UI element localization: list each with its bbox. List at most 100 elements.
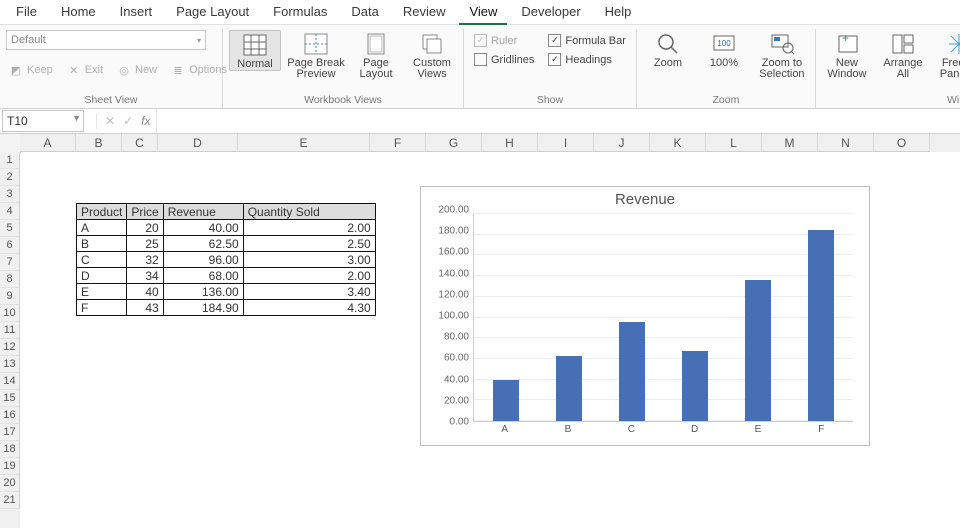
menu-item-file[interactable]: File <box>6 2 47 25</box>
column-header[interactable]: D <box>158 134 238 152</box>
row-header[interactable]: 15 <box>0 390 20 407</box>
column-header[interactable]: L <box>706 134 762 152</box>
options-button[interactable]: ≣ Options <box>168 62 230 78</box>
freeze-panes-button[interactable]: Freeze Panes ▾ <box>934 30 960 80</box>
row-header[interactable]: 12 <box>0 339 20 356</box>
formula-bar-checkbox[interactable]: ✓ Formula Bar <box>548 34 626 47</box>
row-header[interactable]: 14 <box>0 373 20 390</box>
row-header[interactable]: 7 <box>0 254 20 271</box>
row-header[interactable]: 3 <box>0 186 20 203</box>
cells-area[interactable]: ProductPriceRevenueQuantity SoldA2040.00… <box>20 152 960 528</box>
exit-button[interactable]: ✕ Exit <box>64 62 106 78</box>
keep-button[interactable]: ◩ Keep <box>6 62 56 78</box>
chart-bar[interactable] <box>556 356 582 421</box>
page-break-button[interactable]: Page Break Preview <box>287 30 345 80</box>
gridlines-checkbox[interactable]: Gridlines <box>474 53 534 66</box>
cancel-icon[interactable]: ✕ <box>105 114 115 128</box>
worksheet-grid[interactable]: ABCDEFGHIJKLMNO 123456789101112131415161… <box>0 134 960 528</box>
row-header[interactable]: 16 <box>0 407 20 424</box>
column-header[interactable]: O <box>874 134 930 152</box>
zoom-button[interactable]: Zoom <box>643 30 693 69</box>
table-cell[interactable]: 184.90 <box>163 300 243 316</box>
table-cell[interactable]: D <box>77 268 127 284</box>
row-header[interactable]: 19 <box>0 458 20 475</box>
formula-input[interactable] <box>157 109 960 133</box>
menu-item-page-layout[interactable]: Page Layout <box>166 2 259 25</box>
column-header[interactable]: C <box>122 134 158 152</box>
column-header[interactable]: A <box>20 134 76 152</box>
menu-item-formulas[interactable]: Formulas <box>263 2 337 25</box>
row-header[interactable]: 9 <box>0 288 20 305</box>
row-header[interactable]: 13 <box>0 356 20 373</box>
table-cell[interactable]: F <box>77 300 127 316</box>
column-header[interactable]: J <box>594 134 650 152</box>
row-header[interactable]: 6 <box>0 237 20 254</box>
zoom-100-button[interactable]: 100 100% <box>699 30 749 69</box>
table-cell[interactable]: 2.00 <box>243 220 375 236</box>
column-header[interactable]: M <box>762 134 818 152</box>
table-cell[interactable]: 4.30 <box>243 300 375 316</box>
table-cell[interactable]: E <box>77 284 127 300</box>
table-cell[interactable]: 3.00 <box>243 252 375 268</box>
custom-views-button[interactable]: Custom Views <box>407 30 457 80</box>
ruler-checkbox[interactable]: ✓ Ruler <box>474 34 534 47</box>
column-header[interactable]: B <box>76 134 122 152</box>
column-header[interactable]: K <box>650 134 706 152</box>
row-header[interactable]: 5 <box>0 220 20 237</box>
menu-item-insert[interactable]: Insert <box>110 2 163 25</box>
menu-item-developer[interactable]: Developer <box>511 2 590 25</box>
table-cell[interactable]: 20 <box>127 220 163 236</box>
row-header[interactable]: 4 <box>0 203 20 220</box>
table-cell[interactable]: 25 <box>127 236 163 252</box>
table-cell[interactable]: 96.00 <box>163 252 243 268</box>
column-header[interactable]: H <box>482 134 538 152</box>
table-cell[interactable]: C <box>77 252 127 268</box>
menu-item-help[interactable]: Help <box>595 2 642 25</box>
row-header[interactable]: 21 <box>0 492 20 509</box>
table-cell[interactable]: 43 <box>127 300 163 316</box>
new-view-button[interactable]: ◎ New <box>114 62 160 78</box>
chart-bar[interactable] <box>682 351 708 421</box>
row-header[interactable]: 17 <box>0 424 20 441</box>
chart-bar[interactable] <box>808 230 834 421</box>
menu-item-view[interactable]: View <box>459 2 507 25</box>
row-header[interactable]: 2 <box>0 169 20 186</box>
chart-container[interactable]: Revenue 0.0020.0040.0060.0080.00100.0012… <box>420 186 870 446</box>
table-cell[interactable]: 40 <box>127 284 163 300</box>
normal-view-button[interactable]: Normal <box>229 30 281 71</box>
table-cell[interactable]: B <box>77 236 127 252</box>
table-cell[interactable]: 40.00 <box>163 220 243 236</box>
sheet-view-combo[interactable]: Default ▾ <box>6 30 206 50</box>
arrange-all-button[interactable]: Arrange All <box>878 30 928 80</box>
table-cell[interactable]: 32 <box>127 252 163 268</box>
table-cell[interactable]: 2.00 <box>243 268 375 284</box>
table-cell[interactable]: 3.40 <box>243 284 375 300</box>
table-cell[interactable]: 34 <box>127 268 163 284</box>
row-header[interactable]: 8 <box>0 271 20 288</box>
chart-bar[interactable] <box>493 380 519 421</box>
row-header[interactable]: 10 <box>0 305 20 322</box>
menu-item-data[interactable]: Data <box>341 2 388 25</box>
select-all-triangle[interactable] <box>0 134 21 153</box>
table-cell[interactable]: 136.00 <box>163 284 243 300</box>
name-box[interactable]: T10 ▼ <box>2 110 84 132</box>
column-header[interactable]: E <box>238 134 370 152</box>
enter-icon[interactable]: ✓ <box>123 114 133 128</box>
column-header[interactable]: I <box>538 134 594 152</box>
chart-bar[interactable] <box>745 280 771 421</box>
table-cell[interactable]: A <box>77 220 127 236</box>
fx-icon[interactable]: fx <box>141 114 150 128</box>
column-headers[interactable]: ABCDEFGHIJKLMNO <box>20 134 960 152</box>
row-header[interactable]: 1 <box>0 152 20 169</box>
headings-checkbox[interactable]: ✓ Headings <box>548 53 626 66</box>
table-cell[interactable]: 2.50 <box>243 236 375 252</box>
row-headers[interactable]: 123456789101112131415161718192021 <box>0 152 20 528</box>
menu-item-home[interactable]: Home <box>51 2 106 25</box>
column-header[interactable]: F <box>370 134 426 152</box>
table-cell[interactable]: 68.00 <box>163 268 243 284</box>
column-header[interactable]: N <box>818 134 874 152</box>
chart-bar[interactable] <box>619 322 645 421</box>
page-layout-button[interactable]: Page Layout <box>351 30 401 80</box>
table-cell[interactable]: 62.50 <box>163 236 243 252</box>
menu-item-review[interactable]: Review <box>393 2 456 25</box>
